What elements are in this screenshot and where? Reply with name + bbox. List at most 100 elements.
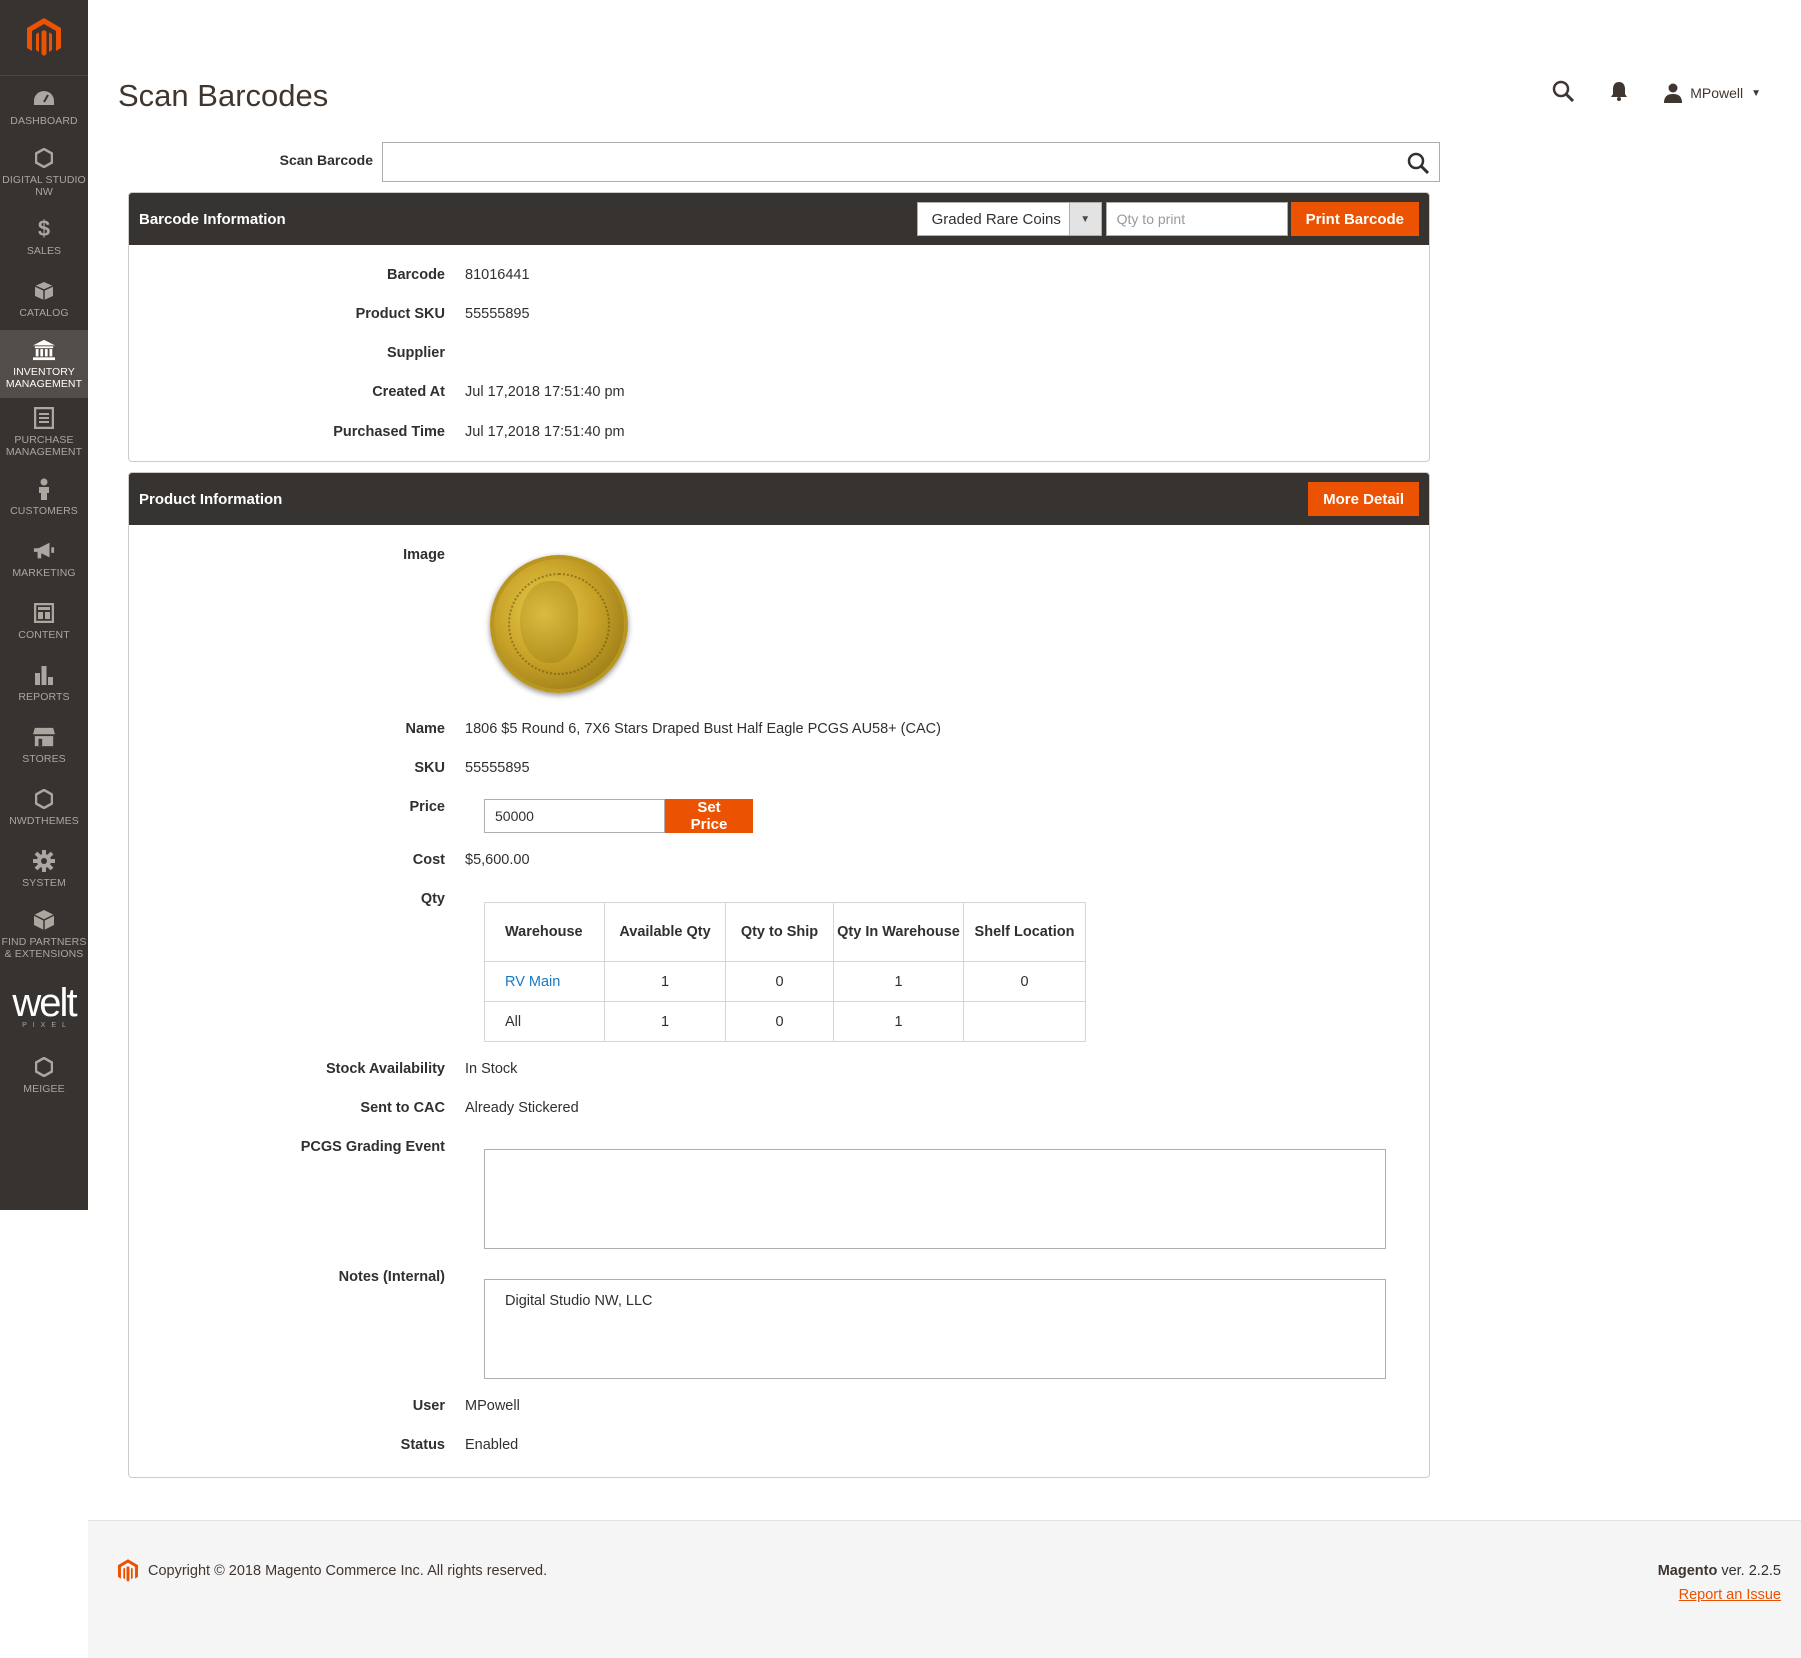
sidebar-item-label: CATALOG: [19, 306, 69, 319]
barcode-information-panel: Barcode Information Graded Rare Coins ▼ …: [128, 192, 1430, 462]
version-brand: Magento: [1657, 1563, 1718, 1579]
header-actions: MPowell ▼: [1552, 80, 1761, 106]
search-icon[interactable]: [1407, 152, 1430, 178]
field-value: Jul 17,2018 17:51:40 pm: [465, 384, 625, 400]
sidebar-item-system[interactable]: SYSTEM: [0, 838, 88, 900]
chevron-down-icon: ▼: [1751, 87, 1761, 99]
barcode-template-select[interactable]: Graded Rare Coins ▼: [916, 202, 1102, 236]
chevron-down-icon: ▼: [1068, 203, 1101, 235]
sidebar-item-dashboard[interactable]: DASHBOARD: [0, 76, 88, 138]
sidebar-item-label: SYSTEM: [22, 876, 66, 889]
notifications-bell-icon[interactable]: [1610, 81, 1628, 105]
megaphone-icon: [33, 540, 55, 562]
table-cell: 0: [725, 961, 834, 1002]
field-label: User: [412, 1398, 445, 1414]
sent-to-cac: Already Stickered: [465, 1100, 579, 1116]
field-label: SKU: [414, 760, 445, 776]
price-input[interactable]: 50000: [484, 799, 665, 833]
print-barcode-button[interactable]: Print Barcode: [1290, 202, 1419, 236]
field-row: Product SKU 55555895: [129, 306, 530, 322]
hexagon-icon: [33, 147, 55, 169]
document-icon: [33, 406, 55, 429]
table-row: RV Main 1 0 1 0: [484, 961, 1086, 1002]
scan-barcode-input[interactable]: [383, 143, 1439, 181]
sidebar-item-sales[interactable]: $ SALES: [0, 206, 88, 268]
sidebar-item-customers[interactable]: CUSTOMERS: [0, 466, 88, 528]
field-label: Barcode: [386, 267, 445, 283]
sidebar-item-reports[interactable]: REPORTS: [0, 652, 88, 714]
field-label: Image: [403, 547, 445, 563]
magento-logo-icon: [27, 17, 61, 56]
page-title: Scan Barcodes: [118, 78, 329, 113]
field-label: Qty: [420, 891, 445, 907]
field-row: User MPowell: [129, 1398, 520, 1414]
user-menu[interactable]: MPowell ▼: [1664, 83, 1761, 103]
field-row: Notes (Internal): [129, 1269, 465, 1285]
column-header: Available Qty: [604, 902, 726, 962]
report-issue-link[interactable]: Report an Issue: [1679, 1587, 1781, 1603]
welt-pixel-logo[interactable]: welt PIXEL: [0, 968, 88, 1044]
product-image: [490, 555, 628, 693]
panel-title: Product Information: [139, 490, 283, 508]
admin-sidebar: DASHBOARD DIGITAL STUDIO NW $ SALES CATA…: [0, 0, 88, 1210]
warehouse-link[interactable]: RV Main: [484, 961, 605, 1002]
version-info: Magento ver. 2.2.5 Report an Issue: [1658, 1559, 1781, 1607]
sidebar-item-purchase-management[interactable]: PURCHASE MANAGEMENT: [0, 398, 88, 466]
cube-icon: [33, 909, 55, 931]
sidebar-item-inventory-management[interactable]: INVENTORY MANAGEMENT: [0, 330, 88, 398]
store-icon: [33, 726, 55, 748]
field-label: Supplier: [386, 345, 445, 361]
sidebar-item-stores[interactable]: STORES: [0, 714, 88, 776]
sidebar-item-digital-studio[interactable]: DIGITAL STUDIO NW: [0, 138, 88, 206]
sidebar-item-find-partners[interactable]: FIND PARTNERS & EXTENSIONS: [0, 900, 88, 968]
magento-logo[interactable]: [0, 0, 88, 76]
page-footer: Copyright © 2018 Magento Commerce Inc. A…: [88, 1520, 1801, 1658]
field-label: Price: [409, 799, 445, 815]
table-cell: 1: [604, 1001, 726, 1042]
product-name: 1806 $5 Round 6, 7X6 Stars Draped Bust H…: [465, 721, 941, 737]
scan-barcode-label: Scan Barcode: [279, 152, 373, 168]
sidebar-item-nwdthemes[interactable]: NWDTHEMES: [0, 776, 88, 838]
field-label: Stock Availability: [326, 1061, 445, 1077]
field-label: Status: [400, 1437, 445, 1453]
version-number: ver. 2.2.5: [1721, 1563, 1781, 1579]
column-header: Qty to Ship: [725, 902, 834, 962]
stock-availability: In Stock: [465, 1061, 518, 1077]
sidebar-item-catalog[interactable]: CATALOG: [0, 268, 88, 330]
panel-title: Barcode Information: [139, 210, 286, 228]
notes-internal-textarea[interactable]: Digital Studio NW, LLC: [484, 1279, 1386, 1379]
magento-logo-icon: [118, 1559, 138, 1582]
field-row: Purchased Time Jul 17,2018 17:51:40 pm: [129, 424, 624, 440]
table-cell: All: [484, 1001, 605, 1042]
sidebar-item-marketing[interactable]: MARKETING: [0, 528, 88, 590]
dollar-icon: $: [37, 215, 51, 241]
field-label: Created At: [372, 384, 445, 400]
table-row: All 1 0 1: [484, 1001, 1086, 1042]
user-name: MPowell: [1690, 85, 1744, 101]
welt-logo-text: welt: [12, 980, 77, 1025]
warehouse-name[interactable]: RV Main: [505, 974, 560, 990]
hexagon-icon: [33, 1056, 55, 1078]
field-row: Image: [129, 547, 465, 563]
table-cell: 1: [604, 961, 726, 1002]
copyright: Copyright © 2018 Magento Commerce Inc. A…: [118, 1559, 547, 1583]
set-price-button[interactable]: Set Price: [665, 799, 753, 833]
qty-to-print-input[interactable]: Qty to print: [1105, 202, 1288, 236]
user-icon: [1664, 83, 1683, 103]
barcode-panel-header: Barcode Information Graded Rare Coins ▼ …: [129, 193, 1429, 245]
product-cost: $5,600.00: [465, 852, 530, 868]
sidebar-item-meigee[interactable]: MEIGEE: [0, 1044, 88, 1106]
sidebar-item-content[interactable]: CONTENT: [0, 590, 88, 652]
field-label: Sent to CAC: [360, 1100, 445, 1116]
field-label: Notes (Internal): [338, 1269, 445, 1285]
field-row: Price: [129, 799, 465, 815]
scan-barcode-field: [382, 142, 1440, 182]
pcgs-grading-event-textarea[interactable]: [484, 1149, 1386, 1249]
search-icon[interactable]: [1552, 80, 1575, 106]
more-detail-button[interactable]: More Detail: [1308, 482, 1419, 516]
sidebar-item-label: DIGITAL STUDIO NW: [2, 173, 86, 198]
sidebar-item-label: CONTENT: [18, 628, 70, 641]
sidebar-item-label: SALES: [26, 244, 62, 257]
field-row: Name 1806 $5 Round 6, 7X6 Stars Draped Bu…: [129, 721, 941, 737]
gear-icon: [33, 849, 55, 872]
